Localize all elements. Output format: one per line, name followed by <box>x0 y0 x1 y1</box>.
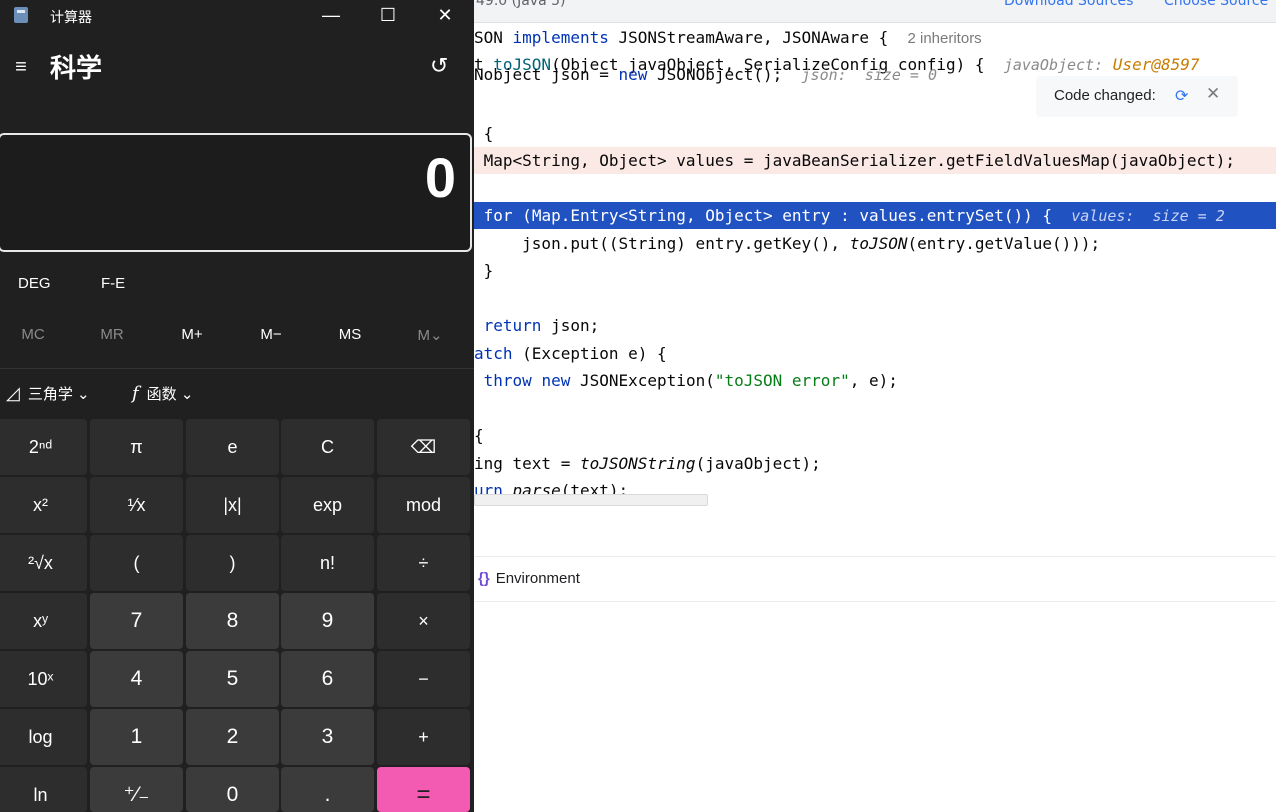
reciprocal-key[interactable]: ¹⁄x <box>90 477 183 533</box>
memory-subtract-button[interactable]: M− <box>241 326 301 343</box>
add-key[interactable]: + <box>377 709 470 765</box>
code-line: return json; <box>483 316 600 335</box>
pi-key[interactable]: π <box>90 419 183 475</box>
absolute-key[interactable]: |x| <box>186 477 279 533</box>
code-changed-notification: Code changed: ⟳ ✕ <box>1036 76 1238 117</box>
negate-key[interactable]: ⁺⁄₋ <box>90 767 183 812</box>
ten-power-key[interactable]: 10ˣ <box>0 651 87 707</box>
memory-store-button[interactable]: MS <box>320 326 380 343</box>
triangle-icon: ◿ <box>6 383 20 403</box>
code-changed-label: Code changed: <box>1054 87 1156 104</box>
code-line: { <box>474 426 484 445</box>
reload-classes-icon[interactable]: ⟳ <box>1175 86 1188 106</box>
chevron-down-icon: ⌄ <box>77 386 90 403</box>
factorial-key[interactable]: n! <box>281 535 374 591</box>
code-line: ing text = toJSONString(javaObject); <box>474 454 821 473</box>
open-paren-key[interactable]: ( <box>90 535 183 591</box>
close-paren-key[interactable]: ) <box>186 535 279 591</box>
trigonometry-dropdown[interactable]: ◿ 三角学 ⌄ <box>6 383 90 404</box>
digit-6-key[interactable]: 6 <box>281 651 374 707</box>
memory-add-button[interactable]: M+ <box>162 326 222 343</box>
code-line: atch (Exception e) { <box>474 344 667 363</box>
code-line: json.put((String) entry.getKey(), toJSON… <box>474 234 1101 253</box>
function-icon: f <box>132 383 139 404</box>
square-key[interactable]: x² <box>0 477 87 533</box>
digit-8-key[interactable]: 8 <box>186 593 279 649</box>
minimize-button[interactable]: — <box>302 0 360 32</box>
maximize-button[interactable]: ☐ <box>359 0 417 32</box>
euler-key[interactable]: e <box>186 419 279 475</box>
digit-5-key[interactable]: 5 <box>186 651 279 707</box>
second-function-key[interactable]: 2ⁿᵈ <box>0 419 87 475</box>
divider <box>0 368 474 369</box>
digit-2-key[interactable]: 2 <box>186 709 279 765</box>
class-version-label: 49.0 (Java 5) <box>476 0 566 9</box>
close-icon[interactable]: ✕ <box>1206 84 1220 104</box>
title-bar[interactable]: 计算器 — ☐ ✕ <box>0 0 474 32</box>
digit-9-key[interactable]: 9 <box>281 593 374 649</box>
chevron-down-icon: ⌄ <box>180 386 194 403</box>
digit-1-key[interactable]: 1 <box>90 709 183 765</box>
ide-editor-banner: 49.0 (Java 5) Download Sources Choose So… <box>474 0 1276 23</box>
backspace-key[interactable]: ⌫ <box>377 419 470 475</box>
braces-icon: {} <box>478 570 490 587</box>
ln-key[interactable]: ln <box>0 767 87 812</box>
panel-divider <box>474 556 1276 557</box>
subtract-key[interactable]: − <box>377 651 470 707</box>
calculator-app-icon <box>14 7 28 23</box>
fe-button[interactable]: F-E <box>101 275 125 292</box>
function-label: 函数 <box>146 386 177 403</box>
equals-key[interactable]: = <box>377 767 470 812</box>
divide-key[interactable]: ÷ <box>377 535 470 591</box>
clear-key[interactable]: C <box>281 419 374 475</box>
code-line: throw new JSONException("toJSON error", … <box>483 371 898 390</box>
memory-clear-button[interactable]: MC <box>3 326 63 343</box>
mode-title: 科学 <box>50 53 103 83</box>
log-key[interactable]: log <box>0 709 87 765</box>
code-line-breakpoint: Map<String, Object> values = javaBeanSer… <box>474 147 1276 174</box>
environment-tab[interactable]: {} Environment <box>478 570 580 587</box>
result-display: 0 <box>0 133 472 252</box>
decimal-key[interactable]: . <box>281 767 374 812</box>
history-icon[interactable]: ↺ <box>430 53 448 79</box>
panel-divider <box>474 601 1276 602</box>
angle-unit-button[interactable]: DEG <box>18 275 51 292</box>
calculator-window: 计算器 — ☐ ✕ ≡ 科学 ↺ 0 DEG F-E MC MR M+ M− M… <box>0 0 474 812</box>
choose-sources-link[interactable]: Choose Source <box>1164 0 1268 9</box>
function-dropdown[interactable]: f 函数 ⌄ <box>132 383 193 404</box>
display-value: 0 <box>424 146 456 209</box>
multiply-key[interactable]: × <box>377 593 470 649</box>
trigonometry-label: 三角学 <box>27 386 73 403</box>
square-root-key[interactable]: ²√x <box>0 535 87 591</box>
code-line: } <box>474 261 494 280</box>
inheritors-hint[interactable]: 2 inheritors <box>907 30 981 47</box>
code-line-current-execution: for (Map.Entry<String, Object> entry : v… <box>474 202 1276 229</box>
menu-icon[interactable]: ≡ <box>10 56 32 78</box>
digit-4-key[interactable]: 4 <box>90 651 183 707</box>
code-line: { <box>474 124 494 143</box>
memory-list-button[interactable]: M⌄ <box>400 326 460 344</box>
digit-0-key[interactable]: 0 <box>186 767 279 812</box>
environment-tab-label: Environment <box>495 570 580 587</box>
download-sources-link[interactable]: Download Sources <box>1004 0 1133 9</box>
code-line: SON implements JSONStreamAware, JSONAwar… <box>474 28 982 47</box>
close-button[interactable]: ✕ <box>416 0 474 32</box>
window-title: 计算器 <box>50 9 92 25</box>
digit-3-key[interactable]: 3 <box>281 709 374 765</box>
digit-7-key[interactable]: 7 <box>90 593 183 649</box>
exp-key[interactable]: exp <box>281 477 374 533</box>
mod-key[interactable]: mod <box>377 477 470 533</box>
horizontal-scrollbar[interactable] <box>474 494 708 506</box>
memory-recall-button[interactable]: MR <box>82 326 142 343</box>
power-key[interactable]: xʸ <box>0 593 87 649</box>
